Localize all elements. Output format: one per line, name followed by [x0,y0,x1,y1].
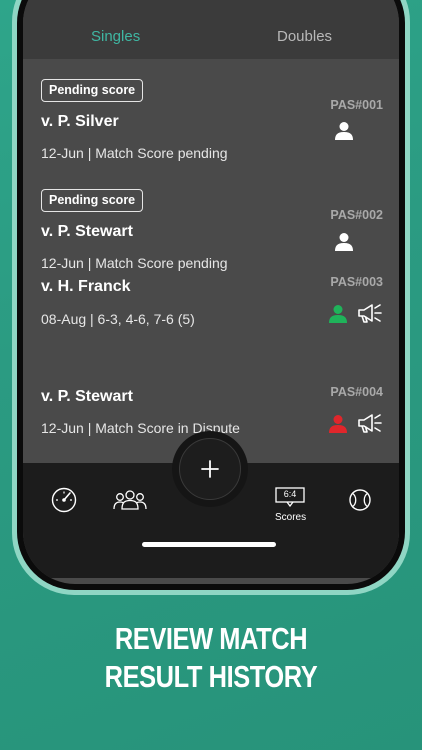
person-icon [335,122,353,140]
pending-score-badge: Pending score [41,189,144,212]
match-opponent: v. P. Silver [41,113,119,130]
match-id: PAS#001 [330,98,383,112]
tab-singles[interactable]: Singles [91,28,140,45]
promo-headline: REVIEW MATCH RESULT HISTORY [38,620,384,696]
match-row[interactable]: Pending score v. P. Stewart 12-Jun | Mat… [23,170,399,281]
dashboard-icon[interactable] [51,487,77,513]
home-indicator[interactable] [142,542,276,547]
match-row[interactable]: Pending score v. P. Silver 12-Jun | Matc… [23,59,399,170]
megaphone-icon[interactable] [357,412,383,434]
match-id: PAS#004 [330,385,383,399]
player-disputed-icon [329,415,347,433]
megaphone-icon[interactable] [357,302,383,324]
match-opponent: v. P. Stewart [41,388,133,405]
phone-frame: Singles Doubles Pending score v. P. Silv… [12,0,410,595]
tab-doubles[interactable]: Doubles [277,28,332,45]
match-detail: 08-Aug | 6-3, 4-6, 7-6 (5) [41,311,195,327]
headline-line-1: REVIEW MATCH [114,621,308,656]
add-match-button[interactable] [179,438,241,500]
group-icon[interactable] [113,489,147,511]
match-opponent: v. H. Franck [41,278,131,295]
plus-icon [201,460,219,478]
match-opponent: v. P. Stewart [41,223,133,240]
phone-bezel: Singles Doubles Pending score v. P. Silv… [17,0,405,590]
match-id: PAS#003 [330,275,383,289]
match-id: PAS#002 [330,208,383,222]
app-screen: Singles Doubles Pending score v. P. Silv… [23,0,399,584]
player-confirmed-icon [329,305,347,323]
nav-scores-label[interactable]: Scores [275,512,306,523]
match-detail: 12-Jun | Match Score pending [41,255,228,271]
scores-icon-text: 6:4 [283,489,297,499]
pending-score-badge: Pending score [41,79,144,102]
match-row[interactable]: v. H. Franck 08-Aug | 6-3, 4-6, 7-6 (5) … [23,275,399,391]
person-icon [335,233,353,251]
match-detail: 12-Jun | Match Score pending [41,145,228,161]
tennis-ball-icon[interactable] [348,488,372,512]
headline-line-2: RESULT HISTORY [104,659,318,694]
scores-icon[interactable]: 6:4 [275,487,305,507]
add-match-button-ring [172,431,248,507]
match-type-tabs: Singles Doubles [23,0,399,59]
